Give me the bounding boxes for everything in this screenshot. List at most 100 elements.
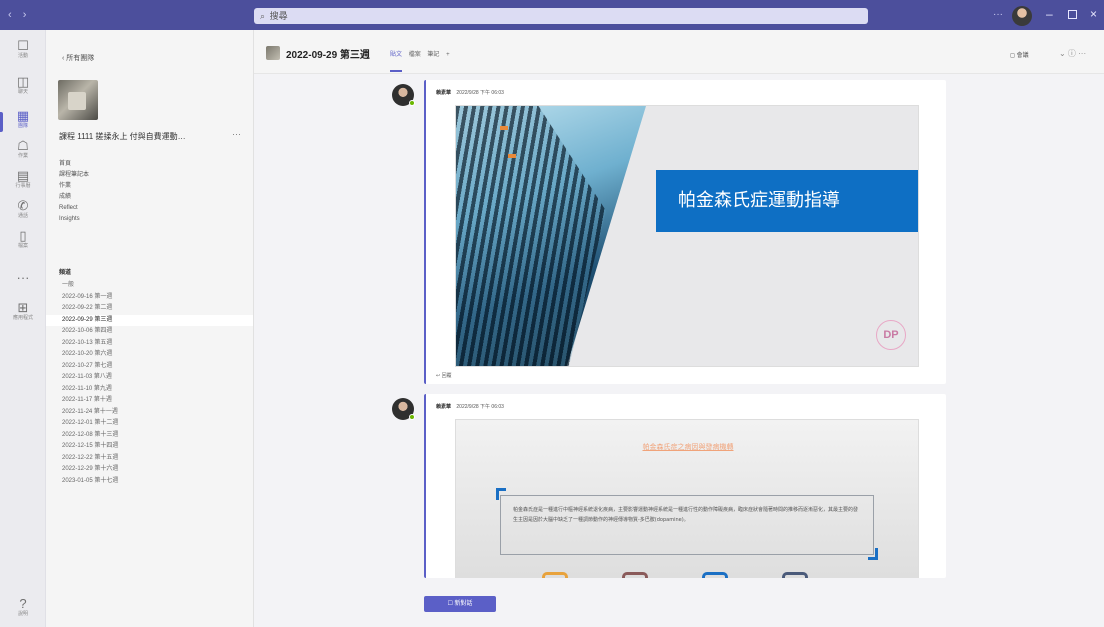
channel-item[interactable]: 2022-09-22 第二週 [46,303,253,315]
channel-item[interactable]: 2022-10-27 第七週 [46,361,253,373]
slide-logo: DP [876,320,906,350]
tab-notes[interactable]: 筆記 [427,52,439,58]
slide-icon-badge [542,572,568,578]
channel-item[interactable]: 2022-11-03 第八週 [46,372,253,384]
teams-icon: ▦ [16,108,30,123]
rail-item-assignments[interactable]: ☖ 作業 [0,138,46,166]
team-tab-grades[interactable]: 成績 [59,192,89,203]
rail-label: 行事曆 [15,183,31,189]
rail-item-more-apps[interactable]: ··· [0,270,46,298]
message-meta: 賴素華 2022/9/28 下午 06:03 [436,403,504,410]
settings-more-icon[interactable]: ··· [993,9,1003,20]
team-name[interactable]: 課程 1111 搓揉永上 付與自費運動… [59,131,186,142]
tab-posts[interactable]: 貼文 [390,52,402,58]
channel-item[interactable]: 2022-10-06 第四週 [46,326,253,338]
team-tab-insights[interactable]: Insights [59,214,89,225]
channel-info-icons[interactable]: ⌄ ⓘ ··· [1059,48,1086,59]
channels-heading: 頻道 [59,270,72,276]
message-author: 賴素華 [436,404,452,410]
search-placeholder: 搜尋 [269,11,288,21]
nav-arrows[interactable]: ‹ › [8,9,30,21]
channel-team-icon [266,46,280,60]
chat-icon: ◫ [16,74,30,89]
new-conversation-button[interactable]: ☐ 新對話 [424,596,496,612]
slide-preview[interactable]: 帕金森氏症之病因與發病機轉 帕金森氏症是一種進行中樞神經系統退化疾病，主要影響運… [455,419,919,578]
slide-preview[interactable]: 帕金森氏症運動指導 DP [455,105,919,367]
channel-item[interactable]: 一般 [46,280,253,292]
team-tab-assignments[interactable]: 作業 [59,181,89,192]
reply-link[interactable]: ↩ 回覆 [436,372,452,379]
slide-icon-badge [622,572,648,578]
slide-icon-badge [702,572,728,578]
close-button[interactable]: × [1090,7,1097,21]
team-tab-home[interactable]: 首頁 [59,159,89,170]
assignments-icon: ☖ [17,138,29,153]
message-card[interactable]: 賴素華 2022/9/28 下午 06:03 帕金森氏症運動指導 DP ↩ 回覆 [424,80,946,384]
app-rail: ☐ 活動 ◫ 聊天 ▦ 團隊 ☖ 作業 ▤ 行事曆 ✆ 通話 ▯ 檔案 ··· … [0,30,46,627]
team-panel: ‹ 所有團隊 課程 1111 搓揉永上 付與自費運動… ··· 首頁 課程筆記本… [46,30,254,627]
presence-dot [409,100,415,106]
rail-label: 聊天 [17,89,28,95]
message-meta: 賴素華 2022/9/28 下午 06:03 [436,89,504,96]
title-bar: ‹ › ⌕ 搜尋 ··· – × [0,0,1104,30]
message-feed[interactable]: 賴素華 2022/9/28 下午 06:03 帕金森氏症運動指導 DP ↩ 回覆… [254,74,1104,627]
minimize-button[interactable]: – [1046,7,1053,21]
rail-item-help[interactable]: ? 說明 [0,596,46,624]
user-avatar[interactable] [1012,6,1032,26]
team-tab-reflect[interactable]: Reflect [59,203,89,214]
team-more-icon[interactable]: ··· [232,129,241,139]
meet-button[interactable]: ◻ 會議 [1010,50,1029,59]
maximize-button[interactable] [1068,10,1077,19]
rail-item-calls[interactable]: ✆ 通話 [0,198,46,226]
channel-item[interactable]: 2022-12-22 第十五週 [46,453,253,465]
rail-label: 活動 [17,53,28,59]
rail-label: 通話 [17,213,28,219]
team-tab-notebook[interactable]: 課程筆記本 [59,170,89,181]
presence-dot [409,414,415,420]
channel-item[interactable]: 2022-11-10 第九週 [46,384,253,396]
channel-item[interactable]: 2022-09-29 第三週 [46,314,253,326]
decor-light [500,126,508,130]
channel-header: 2022-09-29 第三週 貼文 檔案 筆記 + ◻ 會議 ⌄ ⓘ ··· [254,30,1104,74]
author-avatar[interactable] [392,398,415,420]
search-input[interactable]: ⌕ 搜尋 [254,8,868,24]
slide-icon-badge [782,572,808,578]
rail-item-apps[interactable]: ⊞ 應用程式 [0,300,46,328]
channel-item[interactable]: 2022-11-24 第十一週 [46,407,253,419]
team-tabs: 首頁 課程筆記本 作業 成績 Reflect Insights [59,159,89,225]
rail-item-files[interactable]: ▯ 檔案 [0,228,46,256]
channel-item[interactable]: 2022-10-20 第六週 [46,349,253,361]
rail-label: 應用程式 [12,315,33,321]
rail-item-activity[interactable]: ☐ 活動 [0,38,46,66]
channel-item[interactable]: 2023-01-05 第十七週 [46,476,253,488]
channel-title: 2022-09-29 第三週 [286,50,370,61]
all-teams-link[interactable]: ‹ 所有團隊 [62,53,94,63]
add-tab-button[interactable]: + [446,52,450,58]
channel-item[interactable]: 2022-12-01 第十二週 [46,418,253,430]
channel-item[interactable]: 2022-12-08 第十三週 [46,430,253,442]
tab-files[interactable]: 檔案 [409,52,421,58]
team-image [58,80,98,120]
rail-label: 作業 [17,153,28,159]
rail-label: 說明 [17,611,28,617]
rail-item-teams[interactable]: ▦ 團隊 [0,108,46,136]
channel-tabs: 貼文 檔案 筆記 + [390,49,455,58]
calendar-icon: ▤ [16,168,30,183]
channel-item[interactable]: 2022-11-17 第十週 [46,395,253,407]
rail-item-calendar[interactable]: ▤ 行事曆 [0,168,46,196]
message-author: 賴素華 [436,90,452,96]
rail-item-chat[interactable]: ◫ 聊天 [0,74,46,102]
channel-item[interactable]: 2022-10-13 第五週 [46,338,253,350]
message-card[interactable]: 賴素華 2022/9/28 下午 06:03 帕金森氏症之病因與發病機轉 帕金森… [424,394,946,578]
decor-light [508,154,516,158]
help-icon: ? [19,596,27,611]
rail-label: 檔案 [17,243,28,249]
author-avatar[interactable] [392,84,415,106]
more-apps-icon: ··· [16,270,30,285]
bell-icon: ☐ [17,38,29,53]
channel-item[interactable]: 2022-12-29 第十六週 [46,464,253,476]
channel-item[interactable]: 2022-12-15 第十四週 [46,441,253,453]
channel-item[interactable]: 2022-09-16 第一週 [46,292,253,304]
rail-label: 團隊 [17,123,28,129]
slide-title: 帕金森氏症運動指導 [656,170,918,232]
